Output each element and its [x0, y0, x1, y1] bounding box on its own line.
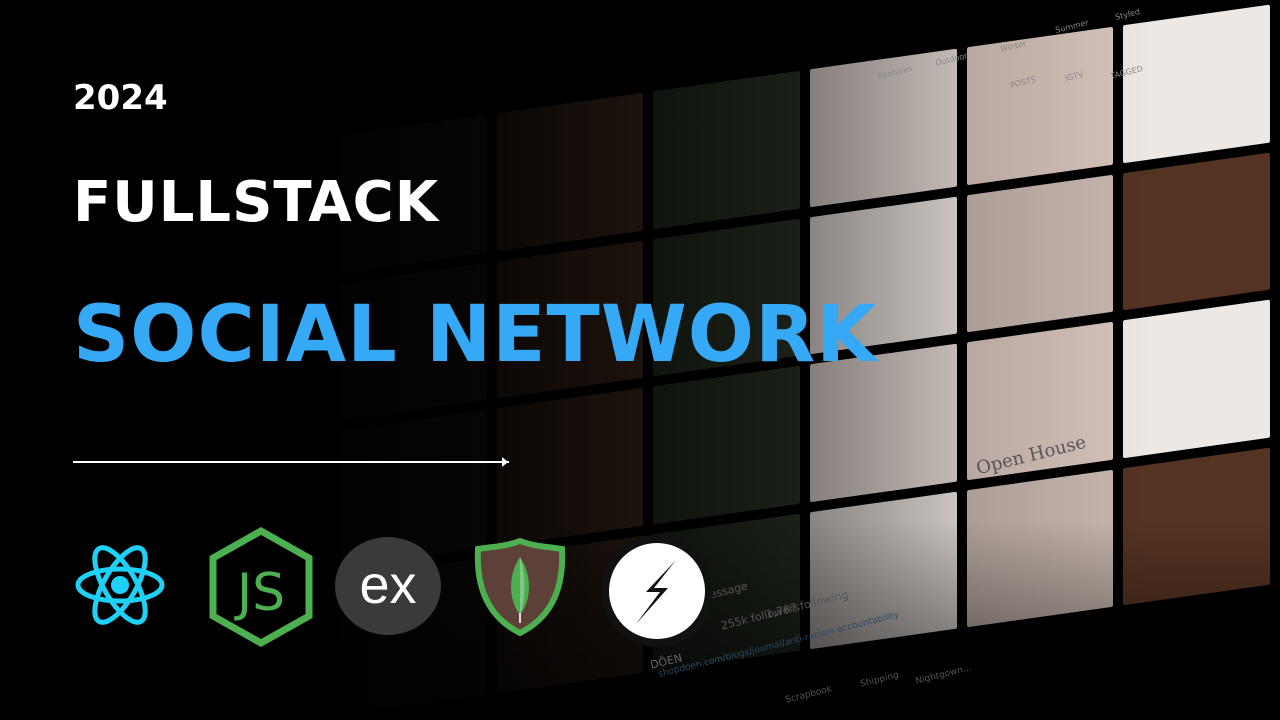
mongodb-icon [474, 537, 566, 637]
nodejs-icon: JS [209, 526, 313, 648]
year-label: 2024 [73, 78, 168, 118]
title-line-2: SOCIAL NETWORK [73, 290, 878, 380]
react-icon [75, 545, 165, 625]
express-text: ex [359, 555, 416, 615]
arrow-divider [73, 457, 509, 467]
socketio-icon [601, 535, 713, 647]
express-icon: ex [335, 537, 441, 635]
nodejs-text: JS [234, 563, 285, 623]
title-line-1: FULLSTACK [73, 170, 440, 235]
